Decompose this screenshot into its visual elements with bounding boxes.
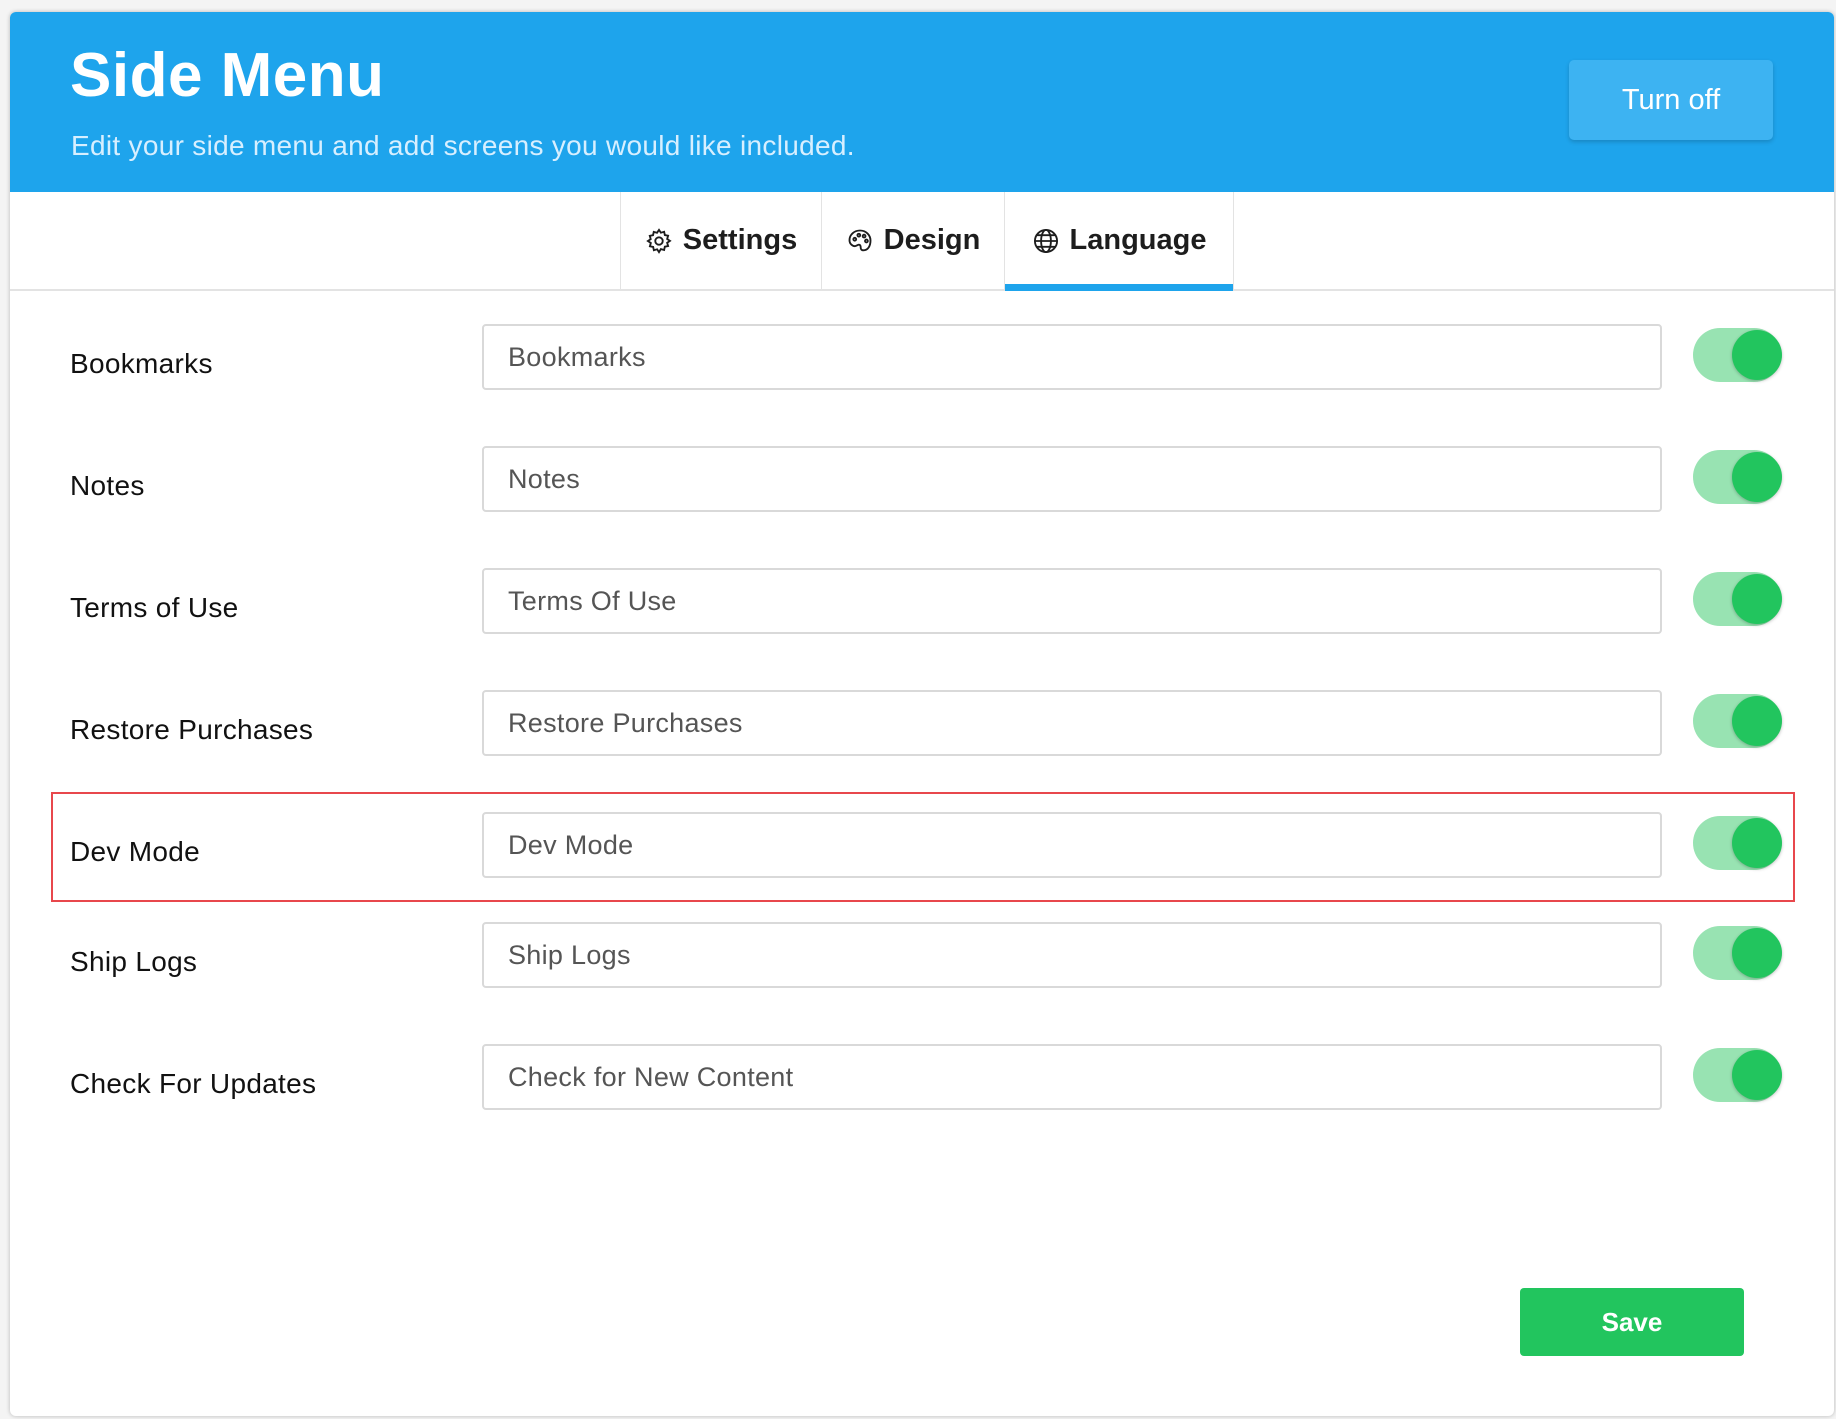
- toggle-knob: [1732, 574, 1782, 624]
- page-subtitle: Edit your side menu and add screens you …: [71, 130, 855, 161]
- palette-icon: [846, 227, 874, 255]
- terms-of-use-input[interactable]: [482, 568, 1662, 634]
- toggle-knob: [1732, 818, 1782, 868]
- tab-language-label: Language: [1069, 224, 1207, 256]
- tab-design-label: Design: [883, 224, 981, 256]
- toggle-knob: [1732, 330, 1782, 380]
- restore-purchases-input[interactable]: [482, 690, 1662, 756]
- page-title: Side Menu: [70, 41, 385, 110]
- row-label-notes: Notes: [70, 470, 145, 501]
- row-label-dev-mode: Dev Mode: [70, 836, 201, 867]
- turn-off-button[interactable]: Turn off: [1569, 60, 1773, 140]
- toggle-knob: [1732, 696, 1782, 746]
- tab-settings-label: Settings: [682, 224, 798, 256]
- row-label-check-for-updates: Check For Updates: [70, 1068, 317, 1099]
- save-button[interactable]: Save: [1520, 1288, 1744, 1356]
- row-label-bookmarks: Bookmarks: [70, 348, 213, 379]
- ship-logs-input[interactable]: [482, 922, 1662, 988]
- dev-mode-toggle[interactable]: [1693, 816, 1782, 870]
- check-for-updates-toggle[interactable]: [1693, 1048, 1782, 1102]
- tab-design[interactable]: Design: [821, 192, 1004, 289]
- toggle-knob: [1732, 452, 1782, 502]
- check-for-updates-input[interactable]: [482, 1044, 1662, 1110]
- row-label-restore-purchases: Restore Purchases: [70, 714, 314, 745]
- side-menu-panel: Side Menu Edit your side menu and add sc…: [10, 12, 1834, 1416]
- notes-toggle[interactable]: [1693, 450, 1782, 504]
- header-banner: Side Menu Edit your side menu and add sc…: [10, 12, 1834, 192]
- restore-purchases-toggle[interactable]: [1693, 694, 1782, 748]
- tab-settings[interactable]: Settings: [620, 192, 821, 289]
- bookmarks-input[interactable]: [482, 324, 1662, 390]
- toggle-knob: [1732, 928, 1782, 978]
- tab-language[interactable]: Language: [1004, 192, 1234, 291]
- toggle-knob: [1732, 1050, 1782, 1100]
- gear-icon: [645, 227, 673, 255]
- globe-icon: [1032, 227, 1060, 255]
- dev-mode-input[interactable]: [482, 812, 1662, 878]
- ship-logs-toggle[interactable]: [1693, 926, 1782, 980]
- tab-bar: Settings Design Language: [10, 192, 1834, 291]
- terms-of-use-toggle[interactable]: [1693, 572, 1782, 626]
- notes-input[interactable]: [482, 446, 1662, 512]
- row-label-ship-logs: Ship Logs: [70, 946, 198, 977]
- row-label-terms-of-use: Terms of Use: [70, 592, 239, 623]
- bookmarks-toggle[interactable]: [1693, 328, 1782, 382]
